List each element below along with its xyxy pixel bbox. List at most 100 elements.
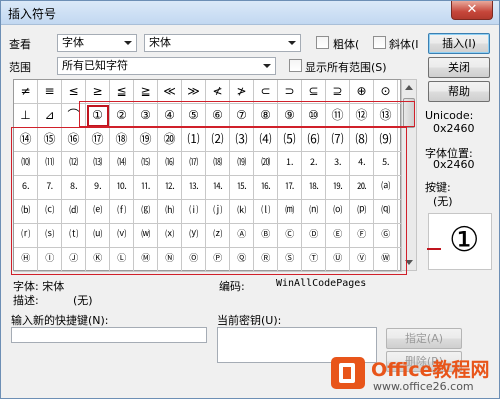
scroll-thumb[interactable] [403, 98, 415, 128]
symbol-cell[interactable]: ⑳ [158, 128, 182, 152]
symbol-cell[interactable]: ≡ [38, 80, 62, 104]
symbol-cell[interactable]: ⒭ [14, 224, 38, 248]
symbol-cell[interactable]: ⒗ [254, 176, 278, 200]
symbol-cell[interactable]: ⑹ [302, 128, 326, 152]
symbol-cell[interactable]: Ⓡ [254, 248, 278, 272]
scroll-up-icon[interactable] [405, 85, 413, 90]
symbol-cell[interactable]: Ⓚ [86, 248, 110, 272]
symbol-cell[interactable]: ⒫ [350, 200, 374, 224]
symbol-cell[interactable]: ② [110, 104, 134, 128]
symbol-cell[interactable]: Ⓖ [374, 224, 398, 248]
symbol-cell[interactable]: ⒀ [86, 152, 110, 176]
symbol-cell[interactable]: ⑷ [254, 128, 278, 152]
symbol-cell[interactable]: ⒵ [206, 224, 230, 248]
symbol-cell[interactable]: ⒮ [38, 224, 62, 248]
symbol-cell[interactable]: ④ [158, 104, 182, 128]
insert-button[interactable]: 插入(I) [428, 33, 490, 54]
symbol-cell[interactable]: ⑥ [206, 104, 230, 128]
symbol-cell[interactable]: ≯ [230, 80, 254, 104]
symbol-cell[interactable]: ⒘ [278, 176, 302, 200]
symbol-cell[interactable]: ≠ [14, 80, 38, 104]
window-close-button[interactable]: ✕ [451, 1, 493, 20]
symbol-cell[interactable]: ⒉ [302, 152, 326, 176]
symbol-cell[interactable]: Ⓗ [14, 248, 38, 272]
symbol-cell[interactable]: ≥ [86, 80, 110, 104]
symbol-cell[interactable]: Ⓙ [62, 248, 86, 272]
symbol-cell[interactable]: ⊿ [38, 104, 62, 128]
help-button[interactable]: 帮助 [428, 81, 490, 102]
symbol-cell[interactable]: ⒞ [38, 200, 62, 224]
symbol-cell[interactable]: ≫ [182, 80, 206, 104]
symbol-cell[interactable]: ⒕ [206, 176, 230, 200]
symbol-cell[interactable]: ③ [134, 104, 158, 128]
symbol-cell[interactable]: ⒳ [158, 224, 182, 248]
scroll-down-icon[interactable] [405, 260, 413, 265]
symbol-cell[interactable]: ⒛ [350, 176, 374, 200]
symbol-cell[interactable]: ⒑ [110, 176, 134, 200]
symbol-cell[interactable]: ⑯ [62, 128, 86, 152]
symbol-cell[interactable]: ⊂ [254, 80, 278, 104]
font-select[interactable]: 宋体 [144, 34, 301, 52]
symbol-cell[interactable]: ⑨ [278, 104, 302, 128]
symbol-cell[interactable]: Ⓐ [230, 224, 254, 248]
symbol-cell[interactable]: ⒂ [134, 152, 158, 176]
symbol-cell[interactable]: ⑼ [374, 128, 398, 152]
symbol-cell[interactable]: ⑺ [326, 128, 350, 152]
symbol-cell[interactable]: ⊃ [278, 80, 302, 104]
symbol-cell[interactable]: ⒌ [374, 152, 398, 176]
symbol-cell[interactable]: Ⓦ [374, 248, 398, 272]
symbol-cell[interactable]: ≮ [206, 80, 230, 104]
symbol-cell[interactable]: ⒋ [350, 152, 374, 176]
symbol-cell[interactable]: ⒄ [182, 152, 206, 176]
symbol-cell[interactable]: ⑸ [278, 128, 302, 152]
symbol-cell[interactable]: ⒊ [326, 152, 350, 176]
symbol-cell[interactable]: ⒁ [110, 152, 134, 176]
symbol-cell[interactable]: ⒡ [110, 200, 134, 224]
symbol-cell[interactable]: ⒴ [182, 224, 206, 248]
symbol-cell[interactable]: ⒦ [230, 200, 254, 224]
symbol-cell[interactable]: ⒪ [326, 200, 350, 224]
symbol-cell[interactable]: ① [86, 104, 110, 128]
symbol-cell[interactable]: ⒨ [278, 200, 302, 224]
symbol-cell[interactable]: ⒟ [62, 200, 86, 224]
symbol-cell[interactable]: ⒍ [14, 176, 38, 200]
symbol-cell[interactable]: Ⓕ [350, 224, 374, 248]
symbol-cell[interactable]: ≤ [62, 80, 86, 104]
symbol-cell[interactable]: ⑶ [230, 128, 254, 152]
symbol-cell[interactable]: ⑿ [62, 152, 86, 176]
symbol-cell[interactable]: ⌒ [62, 104, 86, 128]
symbol-cell[interactable]: ⊇ [326, 80, 350, 104]
symbol-cell[interactable]: ⊙ [374, 80, 398, 104]
close-button[interactable]: 关闭 [428, 57, 490, 78]
symbol-cell[interactable]: ⒥ [206, 200, 230, 224]
symbol-cell[interactable]: ⑬ [374, 104, 398, 128]
symbol-cell[interactable]: ⒰ [86, 224, 110, 248]
symbol-cell[interactable]: ⒈ [278, 152, 302, 176]
symbol-cell[interactable]: ≪ [158, 80, 182, 104]
symbol-cell[interactable]: ⒤ [182, 200, 206, 224]
symbol-cell[interactable]: ⒯ [62, 224, 86, 248]
symbol-cell[interactable]: ⒱ [110, 224, 134, 248]
view-select[interactable]: 字体 [57, 34, 137, 52]
symbol-cell[interactable]: ⒇ [254, 152, 278, 176]
grid-scrollbar[interactable] [401, 79, 417, 271]
italic-checkbox[interactable] [373, 36, 386, 49]
symbol-cell[interactable]: Ⓔ [326, 224, 350, 248]
assign-button[interactable]: 指定(A) [386, 328, 462, 349]
symbol-cell[interactable]: Ⓒ [278, 224, 302, 248]
symbol-cell[interactable]: ⒃ [158, 152, 182, 176]
symbol-cell[interactable]: ⒠ [86, 200, 110, 224]
symbol-cell[interactable]: ⒢ [134, 200, 158, 224]
symbol-cell[interactable]: Ⓞ [182, 248, 206, 272]
new-shortcut-input[interactable] [11, 327, 207, 343]
symbol-cell[interactable]: ⑻ [350, 128, 374, 152]
range-select[interactable]: 所有已知字符 [57, 57, 276, 75]
symbol-cell[interactable]: ⑦ [230, 104, 254, 128]
symbol-cell[interactable]: ⒏ [62, 176, 86, 200]
symbol-cell[interactable]: ⑮ [38, 128, 62, 152]
symbol-cell[interactable]: ⑰ [86, 128, 110, 152]
symbol-cell[interactable]: ≦ [110, 80, 134, 104]
symbol-cell[interactable]: ⒙ [302, 176, 326, 200]
bold-checkbox[interactable] [316, 36, 329, 49]
symbol-cell[interactable]: ⒣ [158, 200, 182, 224]
